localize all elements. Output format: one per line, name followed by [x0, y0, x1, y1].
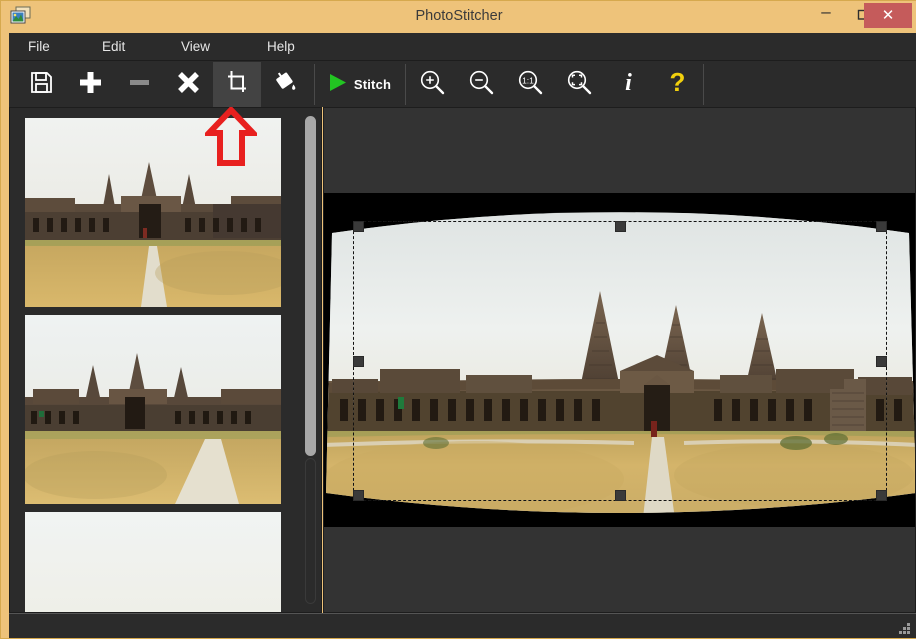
magnifier-plus-icon [419, 69, 446, 101]
minimize-button[interactable]: – [807, 3, 845, 28]
add-images-button[interactable] [66, 62, 114, 107]
stitch-button[interactable]: Stitch [317, 62, 400, 107]
crop-handle-top-right[interactable] [876, 221, 887, 232]
crop-handle-top-left[interactable] [353, 221, 364, 232]
crop-handle-middle-left[interactable] [353, 356, 364, 367]
thumbnail-panel[interactable] [9, 107, 322, 613]
magnifier-minus-icon [468, 69, 495, 101]
zoom-fit-button[interactable] [555, 62, 603, 107]
info-button[interactable]: i [604, 62, 652, 107]
thumbnail-angkor-wat-3[interactable] [25, 512, 281, 613]
help-button[interactable]: ? [653, 62, 701, 107]
thumbnail-scrollbar-thumb[interactable] [305, 116, 316, 456]
crop-handle-bottom-left[interactable] [353, 490, 364, 501]
svg-text:i: i [625, 70, 632, 95]
application-window: PhotoStitcher – ✕ File Edit View Help [0, 0, 916, 639]
crop-handle-bottom-center[interactable] [615, 490, 626, 501]
play-triangle-icon [326, 71, 349, 99]
panorama-stage [324, 193, 916, 527]
fill-button[interactable] [262, 62, 310, 107]
magnifier-fit-icon [566, 69, 593, 101]
zoom-in-button[interactable] [408, 62, 456, 107]
menu-item-help[interactable]: Help [261, 33, 301, 60]
clear-all-button[interactable] [164, 62, 212, 107]
thumbnail-scrollbar-trough[interactable] [305, 458, 316, 604]
status-bar [9, 613, 916, 638]
info-i-icon: i [616, 69, 641, 100]
window-title: PhotoStitcher [1, 1, 916, 33]
question-mark-icon: ? [665, 69, 690, 101]
minus-icon [127, 70, 152, 100]
title-bar: PhotoStitcher – ✕ [1, 1, 916, 33]
crop-handle-top-center[interactable] [615, 221, 626, 232]
menu-item-file[interactable]: File [22, 33, 56, 60]
menu-item-view[interactable]: View [175, 33, 216, 60]
floppy-disk-icon [30, 71, 53, 99]
plus-icon [78, 70, 103, 100]
menu-item-edit[interactable]: Edit [96, 33, 131, 60]
stitch-button-label: Stitch [354, 77, 391, 92]
thumbnail-angkor-wat-1[interactable] [25, 118, 281, 307]
magnifier-1to1-icon: 1:1 [517, 69, 544, 101]
crop-handle-middle-right[interactable] [876, 356, 887, 367]
close-icon: ✕ [882, 8, 895, 23]
crop-icon [225, 70, 250, 100]
cross-x-icon [176, 70, 201, 100]
zoom-out-button[interactable] [457, 62, 505, 107]
minimize-icon: – [821, 3, 830, 20]
crop-selection-rect[interactable] [353, 221, 887, 501]
svg-text:1:1: 1:1 [522, 75, 534, 85]
paint-bucket-icon [274, 70, 299, 100]
toolbar-separator [314, 64, 315, 105]
toolbar-separator [405, 64, 406, 105]
svg-text:?: ? [669, 69, 685, 96]
preview-canvas[interactable] [323, 107, 916, 613]
close-button[interactable]: ✕ [864, 3, 912, 28]
toolbar-separator [703, 64, 704, 105]
toolbar: Stitch [9, 60, 916, 107]
crop-button[interactable] [213, 62, 261, 107]
resize-grip-icon[interactable] [897, 621, 910, 634]
crop-handle-bottom-right[interactable] [876, 490, 887, 501]
remove-image-button[interactable] [115, 62, 163, 107]
save-button[interactable] [17, 62, 65, 107]
zoom-actual-size-button[interactable]: 1:1 [506, 62, 554, 107]
thumbnail-angkor-wat-2[interactable] [25, 315, 281, 504]
menu-bar: File Edit View Help [9, 33, 916, 60]
